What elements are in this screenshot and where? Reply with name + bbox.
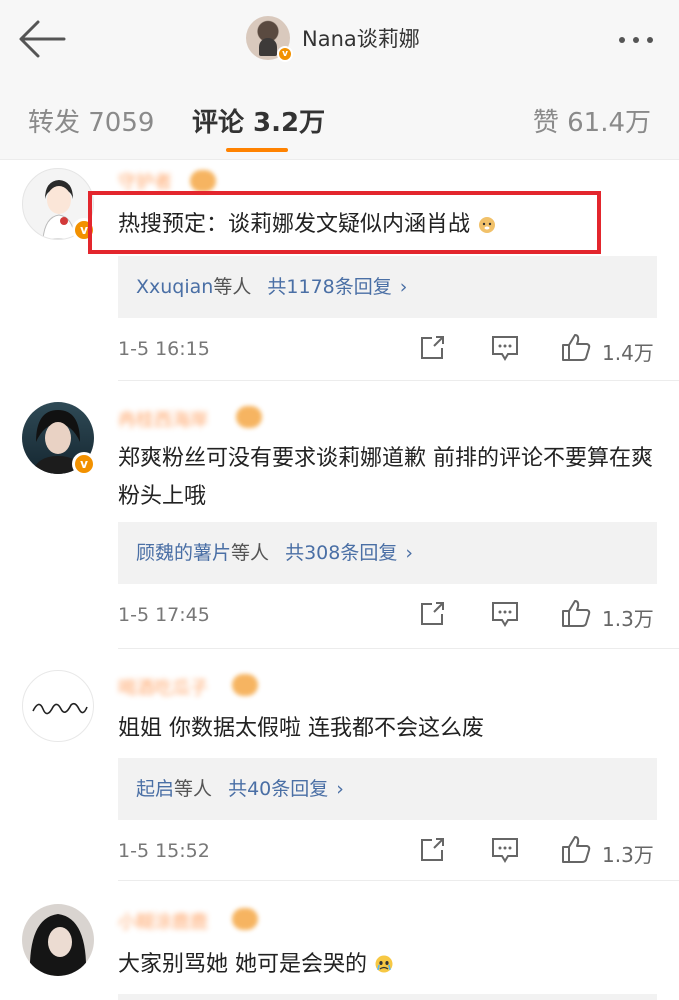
divider bbox=[118, 880, 679, 881]
reply-summary[interactable]: 起启等人 共40条回复 › bbox=[118, 758, 657, 820]
member-badge-icon bbox=[190, 170, 216, 192]
chevron-right-icon: › bbox=[336, 778, 344, 800]
active-tab-indicator bbox=[226, 148, 288, 152]
comment-icon[interactable] bbox=[490, 600, 520, 628]
avatar-signature bbox=[32, 702, 88, 715]
divider bbox=[118, 648, 679, 649]
back-arrow-icon bbox=[19, 20, 66, 58]
reply-users[interactable]: 顾魏的薯片 bbox=[136, 542, 231, 564]
like-count: 1.3万 bbox=[602, 607, 654, 631]
more-dot bbox=[647, 37, 653, 43]
tab-repost[interactable]: 转发 7059 bbox=[28, 102, 154, 139]
account-header[interactable]: v Nana谈莉娜 bbox=[246, 14, 420, 62]
reply-users[interactable]: Xxuqian bbox=[136, 276, 213, 298]
share-icon[interactable] bbox=[418, 334, 446, 362]
avatar[interactable] bbox=[22, 670, 94, 742]
comment-item: 小糊涂鹿鹿 大家别骂她 她可是会哭的 bbox=[0, 890, 679, 1000]
top-bar: v Nana谈莉娜 bbox=[0, 0, 679, 80]
crying-emoji-icon bbox=[375, 955, 393, 973]
verified-badge-icon: v bbox=[72, 452, 96, 476]
comment-icon[interactable] bbox=[490, 334, 520, 362]
like-icon[interactable] bbox=[560, 598, 592, 628]
member-badge-icon bbox=[232, 908, 258, 930]
chevron-right-icon: › bbox=[405, 542, 413, 564]
username[interactable]: 喝酒吃瓜子 bbox=[118, 674, 208, 700]
reply-suffix: 等人 bbox=[174, 778, 213, 800]
like-count: 1.3万 bbox=[602, 843, 654, 867]
share-icon[interactable] bbox=[418, 600, 446, 628]
comment-text-content: 大家别骂她 她可是会哭的 bbox=[118, 952, 367, 977]
back-button[interactable] bbox=[16, 18, 68, 60]
reply-suffix: 等人 bbox=[231, 542, 270, 564]
avatar[interactable] bbox=[22, 904, 94, 976]
tab-bar: 转发 7059 评论 3.2万 赞 61.4万 bbox=[0, 80, 679, 160]
comment-text: 郑爽粉丝可没有要求谈莉娜道歉 前排的评论不要算在爽粉头上哦 bbox=[118, 446, 653, 509]
comment-time: 1-5 15:52 bbox=[118, 840, 210, 862]
like-icon[interactable] bbox=[560, 332, 592, 362]
reply-count[interactable]: 共1178条回复 bbox=[267, 276, 391, 298]
more-dot bbox=[633, 37, 639, 43]
tab-likes[interactable]: 赞 61.4万 bbox=[533, 102, 651, 139]
verified-badge-icon: v bbox=[277, 46, 293, 62]
account-name: Nana谈莉娜 bbox=[302, 27, 420, 51]
tab-comments[interactable]: 评论 3.2万 bbox=[192, 102, 325, 139]
comment-text: 大家别骂她 她可是会哭的 bbox=[118, 946, 658, 984]
like-count: 1.4万 bbox=[602, 341, 654, 365]
more-button[interactable] bbox=[615, 30, 661, 50]
avatar[interactable]: v bbox=[22, 168, 96, 242]
like-icon[interactable] bbox=[560, 834, 592, 864]
comment-icon[interactable] bbox=[490, 836, 520, 864]
comment-item: v 冉桂西海岸 郑爽粉丝可没有要求谈莉娜道歉 前排的评论不要算在爽粉头上哦 顾魏… bbox=[0, 390, 679, 652]
account-avatar[interactable]: v bbox=[246, 16, 293, 62]
username[interactable]: 冉桂西海岸 bbox=[118, 406, 208, 432]
comment-text: 姐姐 你数据太假啦 连我都不会这么废 bbox=[118, 716, 484, 741]
reply-count[interactable]: 共308条回复 bbox=[285, 542, 397, 564]
avatar[interactable]: v bbox=[22, 402, 96, 476]
reply-summary[interactable]: Xxuqian等人 共1178条回复 › bbox=[118, 256, 657, 318]
chevron-right-icon: › bbox=[399, 276, 408, 298]
username[interactable]: 小糊涂鹿鹿 bbox=[118, 908, 208, 934]
reply-users[interactable]: 起启 bbox=[136, 778, 174, 800]
avatar-photo bbox=[29, 914, 87, 976]
share-icon[interactable] bbox=[418, 836, 446, 864]
highlight-annotation bbox=[88, 191, 601, 254]
reply-suffix: 等人 bbox=[213, 276, 252, 298]
comment-time: 1-5 17:45 bbox=[118, 604, 210, 626]
comment-item: 喝酒吃瓜子 姐姐 你数据太假啦 连我都不会这么废 起启等人 共40条回复 › 1-… bbox=[0, 656, 679, 882]
more-dots-icon bbox=[619, 37, 625, 43]
member-badge-icon bbox=[232, 674, 258, 696]
reply-summary-partial bbox=[118, 994, 657, 1000]
comment-time: 1-5 16:15 bbox=[118, 338, 210, 360]
divider bbox=[118, 380, 679, 381]
reply-count[interactable]: 共40条回复 bbox=[228, 778, 328, 800]
member-badge-icon bbox=[236, 406, 262, 428]
reply-summary[interactable]: 顾魏的薯片等人 共308条回复 › bbox=[118, 522, 657, 584]
